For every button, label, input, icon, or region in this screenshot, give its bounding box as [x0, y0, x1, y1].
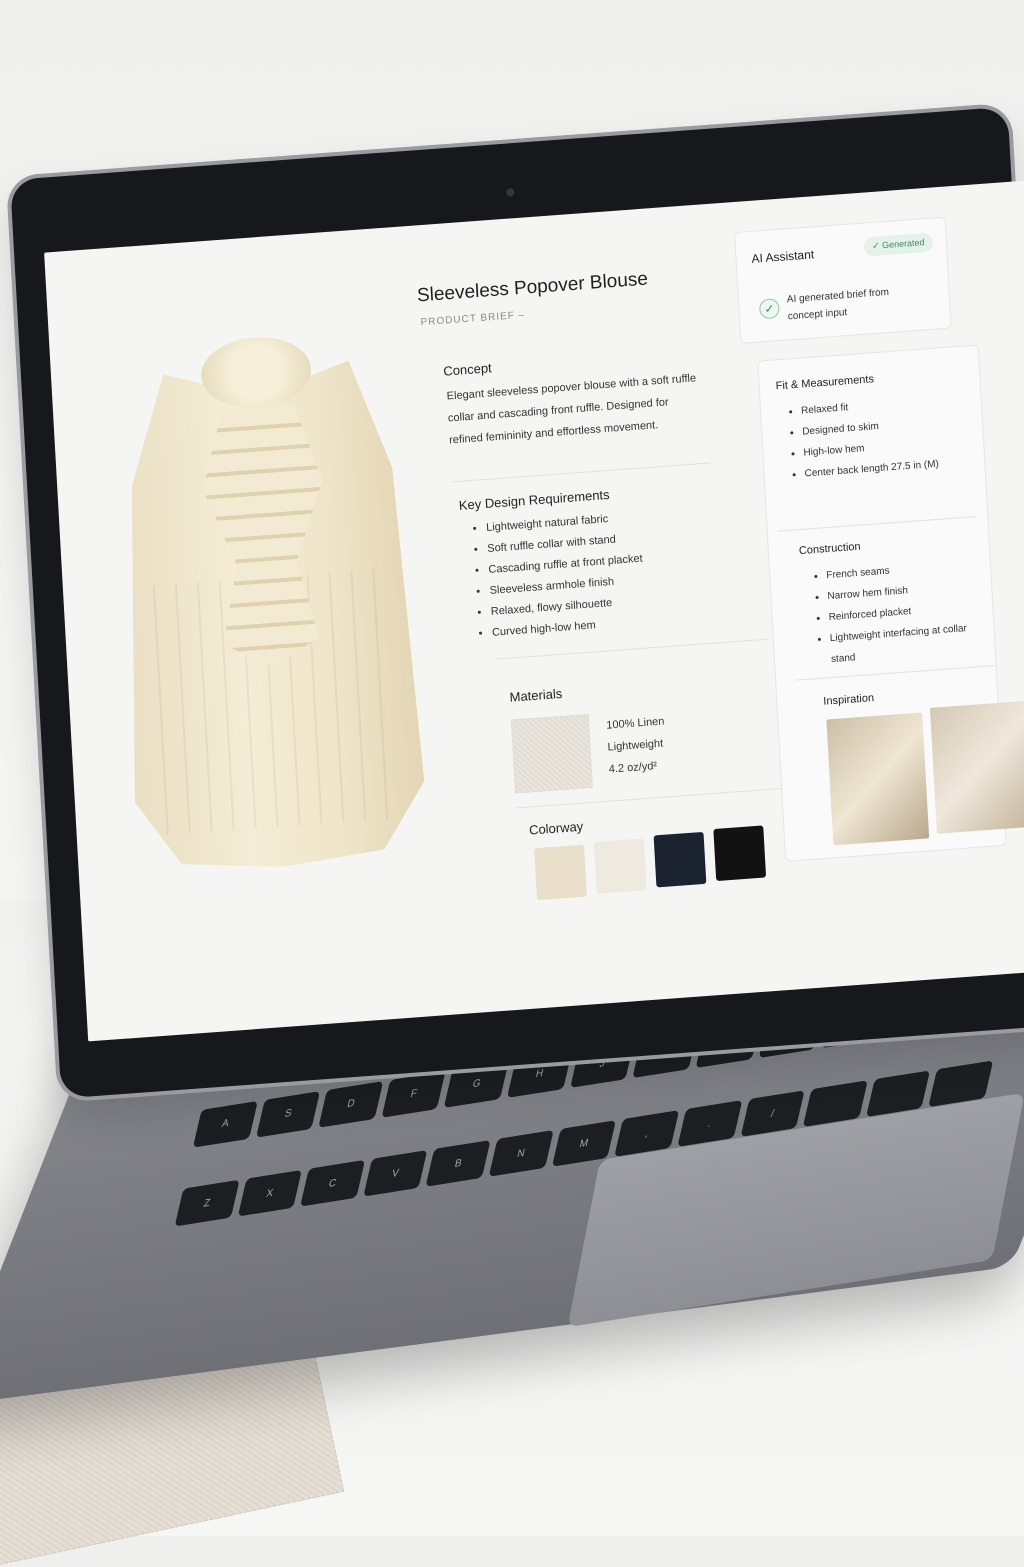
fit-heading: Fit & Measurements	[775, 373, 875, 393]
requirements-list: Lightweight natural fabric Soft ruffle c…	[472, 507, 647, 645]
product-image	[86, 266, 449, 889]
construction-list: French seams Narrow hem finish Reinforce…	[812, 554, 981, 671]
material-line: 4.2 oz/yd²	[608, 760, 658, 776]
generated-badge: ✓ Generated	[863, 232, 934, 257]
material-line: Lightweight	[607, 737, 664, 754]
concept-heading: Concept	[442, 360, 493, 379]
concept-text: Elegant sleeveless popover blouse with a…	[446, 372, 697, 447]
fit-list: Relaxed fit Designed to skim High-low he…	[787, 388, 975, 485]
key[interactable]: S	[255, 1090, 321, 1138]
color-chip[interactable]	[713, 825, 767, 882]
ai-assistant-card: AI Assistant ✓ Generated ✓ AI generated …	[734, 216, 952, 344]
requirements-heading: Key Design Requirements	[458, 486, 610, 513]
key[interactable]: V	[363, 1150, 428, 1198]
check-icon: ✓	[758, 297, 780, 320]
divider	[497, 638, 767, 660]
screen: Sleeveless Popover Blouse PRODUCT BRIEF …	[44, 180, 1024, 1042]
check-icon: ✓	[871, 240, 880, 252]
color-chip[interactable]	[593, 838, 647, 894]
badge-label: Generated	[881, 237, 925, 251]
page-title: Sleeveless Popover Blouse	[416, 268, 649, 307]
inspiration-heading: Inspiration	[823, 692, 875, 708]
inspiration-image[interactable]	[826, 712, 930, 846]
key[interactable]: A	[192, 1100, 258, 1148]
colorway-heading: Colorway	[528, 818, 584, 838]
assistant-message: AI generated brief from concept input	[786, 286, 890, 323]
color-chip[interactable]	[653, 831, 707, 888]
specs-panel: Fit & Measurements Relaxed fit Designed …	[757, 344, 1024, 862]
materials-details: 100% Linen Lightweight 4.2 oz/yd²	[606, 710, 668, 780]
key[interactable]: F	[381, 1070, 447, 1118]
key[interactable]: Z	[174, 1180, 240, 1227]
inspiration-image[interactable]	[929, 700, 1024, 834]
key[interactable]: C	[300, 1160, 365, 1207]
color-chip[interactable]	[534, 844, 587, 901]
key[interactable]: X	[237, 1170, 303, 1217]
materials-heading: Materials	[509, 685, 563, 705]
divider	[777, 515, 978, 532]
laptop-lid: Sleeveless Popover Blouse PRODUCT BRIEF …	[10, 106, 1024, 1099]
key[interactable]: B	[425, 1140, 491, 1188]
construction-heading: Construction	[798, 540, 861, 558]
fabric-swatch	[510, 713, 593, 794]
divider	[451, 462, 711, 483]
page-subtitle: PRODUCT BRIEF –	[420, 309, 526, 329]
camera-icon	[506, 188, 515, 197]
key[interactable]: D	[318, 1080, 384, 1128]
ai-assistant-title: AI Assistant	[751, 247, 815, 266]
key[interactable]: N	[488, 1130, 554, 1178]
